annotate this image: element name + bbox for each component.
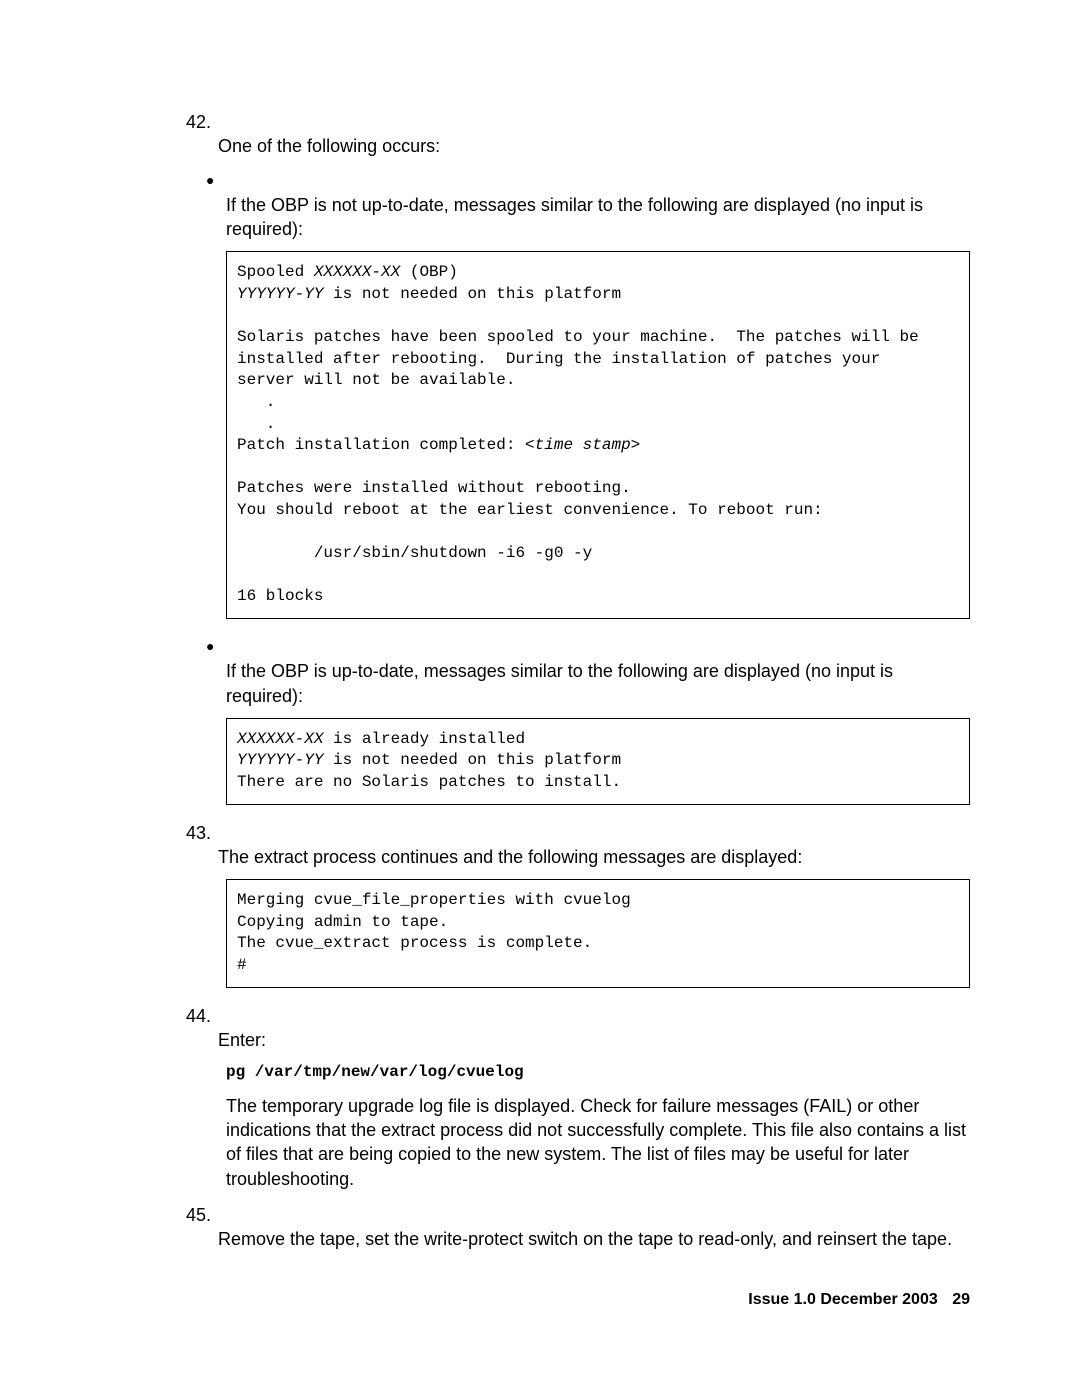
code-line: You should reboot at the earliest conven… — [237, 501, 823, 519]
bullet-list: ● If the OBP is up-to-date, messages sim… — [226, 635, 970, 708]
step-43: 43. The extract process continues and th… — [218, 821, 970, 870]
step-number: 42. — [186, 110, 218, 134]
code-line: Merging cvue_file_properties with cvuelo… — [237, 891, 631, 909]
code-line: 16 blocks — [237, 587, 323, 605]
bullet-list: ● If the OBP is not up-to-date, messages… — [226, 169, 970, 242]
step-45: 45. Remove the tape, set the write-prote… — [218, 1203, 970, 1252]
step-number: 45. — [186, 1203, 218, 1227]
bullet-item: ● If the OBP is not up-to-date, messages… — [226, 169, 970, 242]
bullet-text: If the OBP is up-to-date, messages simil… — [226, 659, 970, 708]
bullet-icon: ● — [206, 171, 226, 190]
step-number: 44. — [186, 1004, 218, 1028]
step-text: The extract process continues and the fo… — [218, 845, 970, 869]
code-line: YYYYYY-YY is not needed on this platform — [237, 285, 621, 303]
code-line: Patch installation completed: <time stam… — [237, 436, 640, 454]
code-line: The cvue_extract process is complete. — [237, 934, 592, 952]
code-line: Solaris patches have been spooled to you… — [237, 328, 919, 346]
code-line: Copying admin to tape. — [237, 913, 448, 931]
code-block-obp-uptodate: XXXXXX-XX is already installed YYYYYY-YY… — [226, 718, 970, 805]
footer-issue: Issue 1.0 December 2003 — [748, 1291, 937, 1308]
code-line: YYYYYY-YY is not needed on this platform — [237, 751, 621, 769]
bullet-text: If the OBP is not up-to-date, messages s… — [226, 193, 970, 242]
step-42: 42. One of the following occurs: — [218, 110, 970, 159]
code-line: . — [237, 393, 275, 411]
step-text: Remove the tape, set the write-protect s… — [218, 1227, 970, 1251]
code-line: XXXXXX-XX is already installed — [237, 730, 525, 748]
code-line: . — [237, 415, 275, 433]
step-text: One of the following occurs: — [218, 134, 970, 158]
footer-page-number: 29 — [952, 1291, 970, 1308]
code-line: Spooled XXXXXX-XX (OBP) — [237, 263, 458, 281]
code-line: # — [237, 956, 247, 974]
bullet-item: ● If the OBP is up-to-date, messages sim… — [226, 635, 970, 708]
command-text: pg /var/tmp/new/var/log/cvuelog — [226, 1062, 970, 1084]
code-line: Patches were installed without rebooting… — [237, 479, 631, 497]
page: 42. One of the following occurs: ● If th… — [0, 0, 1080, 1397]
paragraph: The temporary upgrade log file is displa… — [226, 1094, 970, 1191]
step-number: 43. — [186, 821, 218, 845]
code-line: /usr/sbin/shutdown -i6 -g0 -y — [237, 544, 592, 562]
step-text: Enter: — [218, 1028, 970, 1052]
code-line: There are no Solaris patches to install. — [237, 773, 621, 791]
code-block-extract: Merging cvue_file_properties with cvuelo… — [226, 879, 970, 987]
bullet-icon: ● — [206, 637, 226, 656]
page-footer: Issue 1.0 December 2003 29 — [748, 1289, 970, 1311]
code-block-obp-not-uptodate: Spooled XXXXXX-XX (OBP) YYYYYY-YY is not… — [226, 251, 970, 619]
code-line: server will not be available. — [237, 371, 515, 389]
step-44: 44. Enter: — [218, 1004, 970, 1053]
code-line: installed after rebooting. During the in… — [237, 350, 880, 368]
